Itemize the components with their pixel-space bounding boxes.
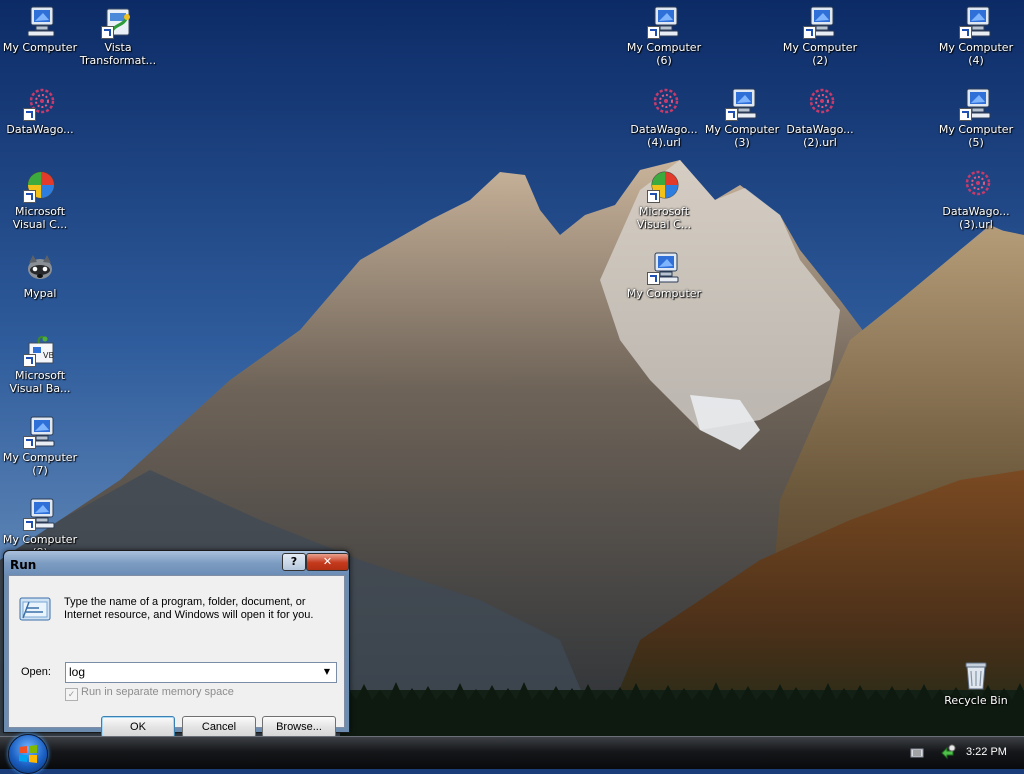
desktop-icon-datawagon[interactable]: DataWago... [1,84,79,136]
desktop-icon-label: Vista Transformat... [79,41,157,67]
desktop-icon-my-computer-6[interactable]: My Computer (6) [625,2,703,67]
shortcut-arrow-icon [101,26,114,39]
desktop-icon-label: Mypal [23,287,57,300]
my-computer-icon [803,5,837,39]
my-computer-icon [647,5,681,39]
shortcut-arrow-icon [647,26,660,39]
desktop-icon-label: My Computer (5) [938,123,1014,149]
open-input[interactable] [69,664,309,680]
desktop-icon-datawagon-3[interactable]: DataWago... (3).url [937,166,1015,231]
cancel-button[interactable]: Cancel [182,716,256,738]
vista-transformation-icon [101,5,135,39]
separate-memory-label: Run in separate memory space [81,686,234,698]
run-dialog-body: Type the name of a program, folder, docu… [8,575,345,738]
my-computer-icon [23,5,57,39]
my-computer-icon [647,251,681,285]
desktop-icon-label: DataWago... (4).url [630,123,698,149]
update-tray-icon[interactable] [940,744,956,760]
browse-button[interactable]: Browse... [262,716,336,738]
desktop-icon-label: Recycle Bin [944,694,1008,707]
my-computer-icon [23,497,57,531]
datawagon-icon [23,87,57,121]
desktop-icon-my-computer[interactable]: My Computer [1,2,79,54]
my-computer-icon [23,415,57,449]
close-button[interactable]: ✕ [306,553,349,571]
desktop-icon-my-computer-copy[interactable]: My Computer [625,248,703,300]
desktop-icon-label: Microsoft Visual Ba... [9,369,71,395]
desktop-icon-my-computer-3[interactable]: My Computer (3) [703,84,781,149]
desktop-icon-vista-transformation[interactable]: Vista Transformat... [79,2,157,67]
desktop-icon-label: My Computer (2) [782,41,858,67]
network-tray-icon[interactable] [910,746,924,760]
mypal-icon [23,251,57,285]
desktop-icon-mypal[interactable]: Mypal [1,248,79,300]
run-dialog[interactable]: Run ? ✕ Type the name of a program, fold… [3,550,350,738]
open-label: Open: [21,666,51,678]
desktop-icon-my-computer-4[interactable]: My Computer (4) [937,2,1015,67]
desktop-icon-label: DataWago... [6,123,74,136]
desktop-icon-visual-c[interactable]: Microsoft Visual C... [1,166,79,231]
shortcut-arrow-icon [959,108,972,121]
desktop-icon-label: My Computer (6) [626,41,702,67]
shortcut-arrow-icon [23,108,36,121]
desktop-icon-my-computer-5[interactable]: My Computer (5) [937,84,1015,149]
desktop-icon-visual-basic[interactable]: Microsoft Visual Ba... [1,330,79,395]
desktop-icon-label: DataWago... (2).url [786,123,854,149]
desktop-icon-label: Microsoft Visual C... [636,205,692,231]
datawagon-icon [959,169,993,203]
desktop-icon-label: My Computer [2,41,78,54]
taskbar: 3:22 PM [0,734,1024,774]
datawagon-icon [803,87,837,121]
shortcut-arrow-icon [23,436,36,449]
desktop-icon-label: My Computer [626,287,702,300]
visual-c-icon [23,169,57,203]
recycle-bin-icon [959,658,993,692]
desktop-icon-recycle-bin[interactable]: Recycle Bin [937,655,1015,707]
run-dialog-description: Type the name of a program, folder, docu… [64,596,314,621]
shortcut-arrow-icon [23,190,36,203]
run-dialog-title: Run [10,558,37,572]
help-button[interactable]: ? [282,553,306,571]
desktop-icon-my-computer-2[interactable]: My Computer (2) [781,2,859,67]
datawagon-icon [647,87,681,121]
visual-c-icon [647,169,681,203]
desktop-icon-visual-c-2[interactable]: Microsoft Visual C... [625,166,703,231]
run-program-icon [19,597,51,621]
visual-basic-icon [23,333,57,367]
run-dialog-titlebar[interactable]: Run ? ✕ [4,551,349,575]
desktop-icon-label: Microsoft Visual C... [12,205,68,231]
shortcut-arrow-icon [23,354,36,367]
tray-clock[interactable]: 3:22 PM [966,746,1007,758]
start-button[interactable] [8,734,48,774]
desktop-icon-label: DataWago... (3).url [942,205,1010,231]
desktop-icon-label: My Computer (4) [938,41,1014,67]
desktop-icon-datawagon-4[interactable]: DataWago... (4).url [625,84,703,149]
shortcut-arrow-icon [647,190,660,203]
my-computer-icon [725,87,759,121]
shortcut-arrow-icon [647,272,660,285]
shortcut-arrow-icon [803,26,816,39]
shortcut-arrow-icon [23,518,36,531]
desktop-icon-label: My Computer (3) [704,123,780,149]
shortcut-arrow-icon [725,108,738,121]
separate-memory-checkbox: ✓ [65,688,78,701]
my-computer-icon [959,87,993,121]
chevron-down-icon[interactable]: ▼ [320,664,334,680]
desktop-icon-label: My Computer (7) [2,451,78,477]
shortcut-arrow-icon [959,26,972,39]
desktop-icon-my-computer-7[interactable]: My Computer (7) [1,412,79,477]
ok-button[interactable]: OK [101,716,175,738]
my-computer-icon [959,5,993,39]
separate-memory-option: ✓ Run in separate memory space [65,686,234,701]
open-combobox[interactable]: ▼ [65,662,337,683]
windows-logo-icon [19,745,37,763]
desktop-icon-datawagon-2[interactable]: DataWago... (2).url [781,84,859,149]
